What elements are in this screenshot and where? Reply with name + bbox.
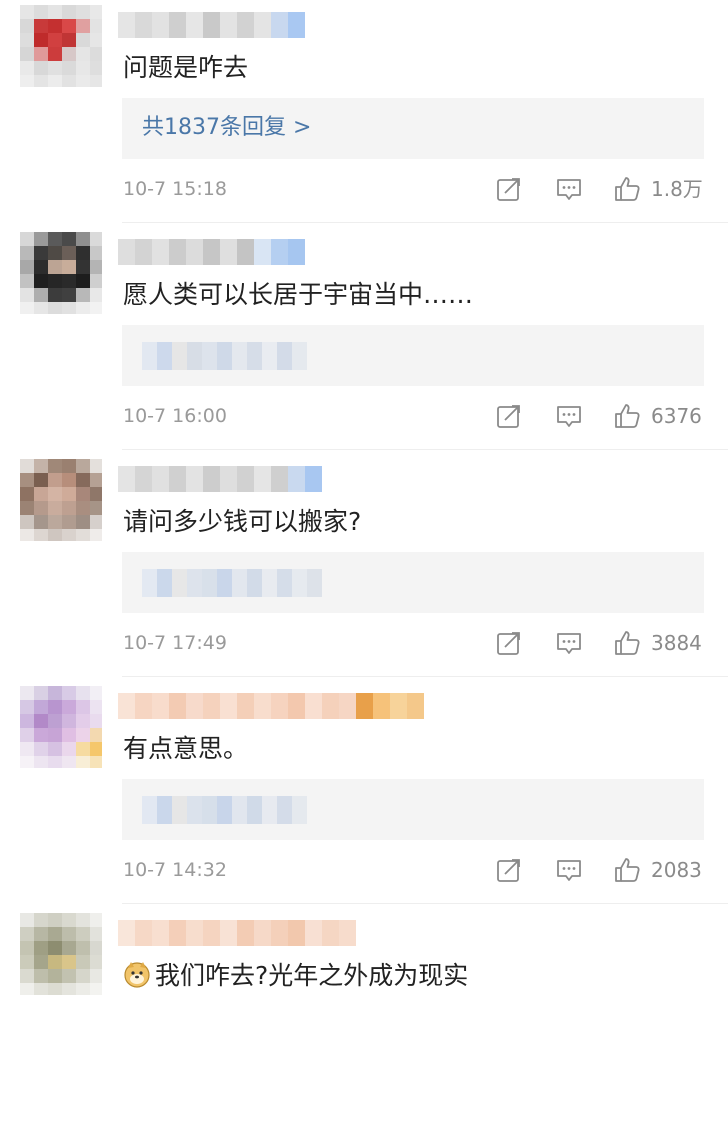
comment-text: 问题是咋去 xyxy=(123,50,248,86)
comment-footer: 10-7 14:32 2083 xyxy=(123,853,704,887)
comment-reply-icon[interactable] xyxy=(555,856,583,884)
comment-timestamp: 10-7 17:49 xyxy=(123,632,227,654)
comment-text-content: 请问多少钱可以搬家? xyxy=(123,507,362,536)
comment-divider xyxy=(122,676,728,677)
username-blurred[interactable] xyxy=(118,12,305,38)
comment-reply-icon[interactable] xyxy=(555,629,583,657)
comment-text-content: 有点意思。 xyxy=(123,734,249,763)
reply-preview-blurred xyxy=(142,569,322,597)
comment-item: 请问多少钱可以搬家? 10-7 17:49 3884 xyxy=(0,454,728,681)
reply-preview-blurred xyxy=(142,796,307,824)
comment-timestamp: 10-7 14:32 xyxy=(123,859,227,881)
comment-item: 问题是咋去共1837条回复 > 10-7 15:18 1.8万 xyxy=(0,0,728,227)
avatar[interactable] xyxy=(20,5,102,87)
username-blurred[interactable] xyxy=(118,920,356,946)
like-count: 2083 xyxy=(651,858,702,882)
comment-divider xyxy=(122,222,728,223)
avatar[interactable] xyxy=(20,913,102,995)
share-icon[interactable] xyxy=(495,402,523,430)
comment-text: 有点意思。 xyxy=(123,731,248,767)
comment-item: 有点意思。 10-7 14:32 2083 xyxy=(0,681,728,908)
comment-feed: 问题是咋去共1837条回复 > 10-7 15:18 1.8万愿人类可以长居于宇宙当… xyxy=(0,0,728,1000)
comment-text: 我们咋去?光年之外成为现实 xyxy=(123,958,468,994)
comment-text-content: 我们咋去?光年之外成为现实 xyxy=(155,961,469,990)
comment-timestamp: 10-7 16:00 xyxy=(123,405,227,427)
thumbs-up-icon[interactable] xyxy=(613,402,641,430)
username-blurred[interactable] xyxy=(118,466,322,492)
doge-emoji-icon xyxy=(123,960,151,988)
reply-preview-box[interactable] xyxy=(122,779,704,840)
avatar[interactable] xyxy=(20,459,102,541)
reply-preview-blurred xyxy=(142,342,307,370)
comment-divider xyxy=(122,449,728,450)
share-icon[interactable] xyxy=(495,629,523,657)
avatar[interactable] xyxy=(20,232,102,314)
reply-preview-box[interactable] xyxy=(122,552,704,613)
thumbs-up-icon[interactable] xyxy=(613,856,641,884)
comment-divider xyxy=(122,903,728,904)
comment-text-content: 问题是咋去 xyxy=(123,53,249,82)
like-count: 3884 xyxy=(651,631,702,655)
comment-text-content: 愿人类可以长居于宇宙当中…… xyxy=(123,280,474,309)
share-icon[interactable] xyxy=(495,856,523,884)
avatar[interactable] xyxy=(20,686,102,768)
comment-item: 愿人类可以长居于宇宙当中…… 10-7 16:00 6376 xyxy=(0,227,728,454)
like-count: 6376 xyxy=(651,404,702,428)
thumbs-up-icon[interactable] xyxy=(613,175,641,203)
username-blurred[interactable] xyxy=(118,693,424,719)
comment-item: 我们咋去?光年之外成为现实 xyxy=(0,908,728,1135)
comment-footer: 10-7 15:18 1.8万 xyxy=(123,172,704,206)
comment-footer: 10-7 16:00 6376 xyxy=(123,399,704,433)
username-blurred[interactable] xyxy=(118,239,305,265)
comment-footer: 10-7 17:49 3884 xyxy=(123,626,704,660)
comment-reply-icon[interactable] xyxy=(555,175,583,203)
view-replies-link[interactable]: 共1837条回复 > xyxy=(142,112,311,144)
reply-preview-box[interactable] xyxy=(122,325,704,386)
comment-text: 请问多少钱可以搬家? xyxy=(123,504,361,540)
reply-preview-box[interactable]: 共1837条回复 > xyxy=(122,98,704,159)
comment-reply-icon[interactable] xyxy=(555,402,583,430)
thumbs-up-icon[interactable] xyxy=(613,629,641,657)
share-icon[interactable] xyxy=(495,175,523,203)
comment-text: 愿人类可以长居于宇宙当中…… xyxy=(123,277,473,313)
comment-timestamp: 10-7 15:18 xyxy=(123,178,227,200)
like-count: 1.8万 xyxy=(651,177,703,201)
